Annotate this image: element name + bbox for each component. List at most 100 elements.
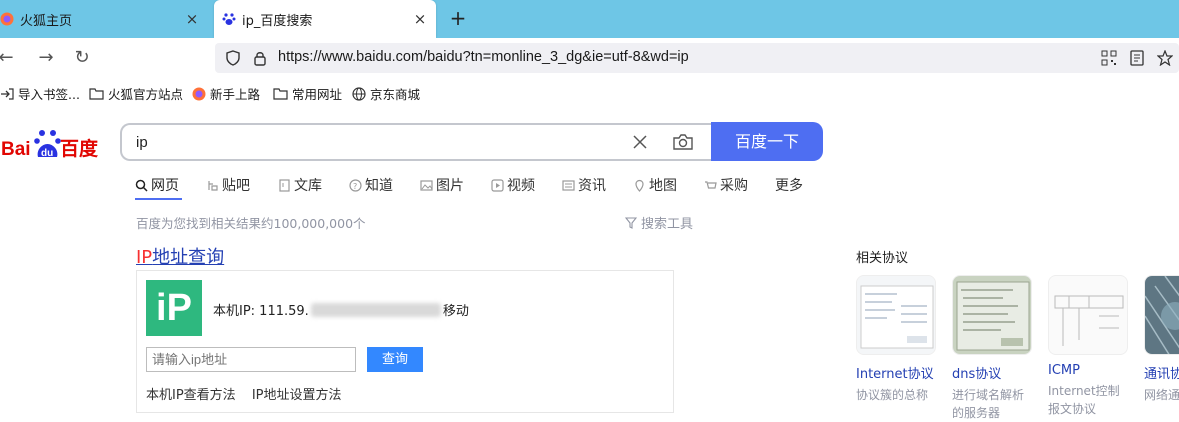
related-thumbnail (952, 275, 1032, 355)
related-desc: Internet控制报文协议 (1048, 384, 1120, 416)
baidu-paw-icon (222, 12, 236, 26)
folder-icon (89, 87, 104, 100)
tab-strip: 火狐主页 × ip_百度搜索 × + (0, 0, 1179, 38)
tab-label: 图片 (436, 178, 464, 194)
close-tab-icon[interactable]: × (412, 11, 428, 27)
title-rest: 地址查询 (152, 247, 225, 268)
ip-lookup-card: iP 本机IP: 111.59. 移动 查询 本机IP查看方法 IP地址设置方法 (136, 270, 674, 413)
ip-address-input[interactable] (146, 347, 356, 372)
related-name: 通讯协 (1144, 367, 1179, 382)
related-name: dns协议 (952, 367, 1002, 382)
tab-label: 网页 (151, 178, 179, 194)
tab-images[interactable]: 图片 (420, 175, 464, 195)
tab-more[interactable]: 更多 (775, 175, 803, 195)
document-icon (278, 178, 291, 192)
tab-zhidao[interactable]: ? 知道 (349, 175, 393, 195)
related-item-dns[interactable]: dns协议 进行域名解析的服务器 (952, 275, 1032, 422)
play-icon (491, 178, 504, 192)
result-count: 百度为您找到相关结果约100,000,000个 (136, 216, 366, 231)
related-desc: 进行域名解析的服务器 (952, 388, 1025, 420)
redacted-ip (310, 302, 441, 317)
related-item-internet-protocol[interactable]: Internet协议 协议簇的总称 (856, 275, 936, 404)
reader-view-icon[interactable] (1129, 50, 1145, 66)
cart-icon (704, 179, 717, 192)
ip-setting-method-link[interactable]: IP地址设置方法 (252, 388, 342, 403)
lock-icon[interactable] (253, 50, 267, 66)
tab-label: 知道 (365, 178, 393, 194)
search-input[interactable]: ip (136, 134, 148, 151)
clear-icon[interactable] (630, 132, 650, 152)
ip-carrier: 移动 (442, 304, 469, 319)
tab-label: 地图 (649, 178, 677, 194)
tab-label: 资讯 (578, 178, 606, 194)
tab-title: 火狐主页 (20, 13, 73, 29)
search-tools-button[interactable]: 搜索工具 (625, 213, 693, 232)
bookmark-label: 新手上路 (210, 87, 261, 102)
map-pin-icon (633, 179, 646, 192)
bookmark-label: 京东商城 (370, 87, 421, 102)
svg-text:百度: 百度 (60, 137, 99, 160)
bookmark-import[interactable]: 导入书签... (0, 84, 80, 103)
tab-video[interactable]: 视频 (491, 175, 535, 195)
svg-text:?: ? (353, 182, 357, 191)
active-tab-indicator (135, 198, 182, 200)
tab-label: 视频 (507, 178, 535, 194)
bookmark-label: 常用网址 (292, 87, 343, 102)
globe-icon (352, 86, 366, 101)
forward-button[interactable]: → (36, 48, 56, 68)
bookmark-label: 导入书签... (18, 87, 80, 102)
related-item-icmp[interactable]: ICMP Internet控制报文协议 (1048, 275, 1128, 418)
tab-label: 更多 (775, 178, 803, 194)
tab-tieba[interactable]: 贴吧 (206, 175, 250, 195)
ip-query-button[interactable]: 查询 (367, 347, 423, 372)
related-heading: 相关协议 (856, 251, 909, 266)
search-button[interactable]: 百度一下 (711, 122, 823, 161)
tab-wenku[interactable]: 文库 (278, 175, 322, 195)
close-tab-icon[interactable]: × (184, 11, 200, 27)
tab-map[interactable]: 地图 (633, 175, 677, 195)
ip-view-method-link[interactable]: 本机IP查看方法 (146, 388, 236, 403)
local-ip-info: 本机IP: 111.59. 移动 (213, 300, 469, 319)
svg-text:du: du (41, 148, 53, 159)
related-item-communication[interactable]: 通讯协 网络通 (1144, 275, 1179, 404)
tab-webpage[interactable]: 网页 (135, 175, 179, 195)
bookmark-star-icon[interactable] (1157, 50, 1173, 66)
news-icon (562, 179, 575, 192)
reload-button[interactable]: ↻ (72, 48, 92, 68)
tab-label: 文库 (294, 178, 322, 194)
title-highlight: IP (136, 247, 153, 268)
ip-prefix: 本机IP: 111.59. (213, 304, 309, 319)
import-icon (0, 87, 14, 101)
camera-icon[interactable] (672, 132, 694, 152)
url-text[interactable]: https://www.baidu.com/baidu?tn=monline_3… (278, 49, 689, 65)
tab-baidu-search[interactable]: ip_百度搜索 × (214, 0, 436, 38)
tab-label: 贴吧 (222, 178, 250, 194)
search-box[interactable]: ip (120, 123, 712, 161)
new-tab-button[interactable]: + (447, 7, 469, 29)
search-tools-label: 搜索工具 (641, 217, 694, 232)
bookmarks-bar: 导入书签... 火狐官方站点 新手上路 常用网址 京东商城 (0, 78, 1179, 106)
tab-purchase[interactable]: 采购 (704, 175, 748, 195)
tieba-icon (206, 179, 219, 192)
bookmark-getting-started[interactable]: 新手上路 (192, 84, 260, 103)
baidu-logo[interactable]: Bai du 百度 (0, 124, 106, 162)
qr-code-icon[interactable] (1101, 50, 1117, 66)
back-button[interactable]: ← (0, 48, 16, 68)
svg-text:Bai: Bai (1, 139, 31, 160)
address-bar[interactable]: https://www.baidu.com/baidu?tn=monline_3… (215, 43, 1179, 73)
tab-label: 采购 (720, 178, 748, 194)
related-thumbnail (1048, 275, 1128, 355)
shield-icon[interactable] (225, 50, 241, 66)
question-icon: ? (349, 178, 362, 192)
bookmark-common-sites[interactable]: 常用网址 (273, 84, 342, 103)
result-title-link[interactable]: IP地址查询 (136, 243, 224, 269)
related-desc: 协议簇的总称 (856, 388, 929, 402)
tab-firefox-home[interactable]: 火狐主页 × (0, 0, 208, 38)
related-name: ICMP (1048, 363, 1080, 378)
search-icon (135, 179, 148, 192)
related-thumbnail (1144, 275, 1179, 355)
bookmark-firefox-site[interactable]: 火狐官方站点 (89, 84, 183, 103)
bookmark-jd[interactable]: 京东商城 (352, 84, 420, 103)
image-icon (420, 179, 433, 192)
tab-news[interactable]: 资讯 (562, 175, 606, 195)
